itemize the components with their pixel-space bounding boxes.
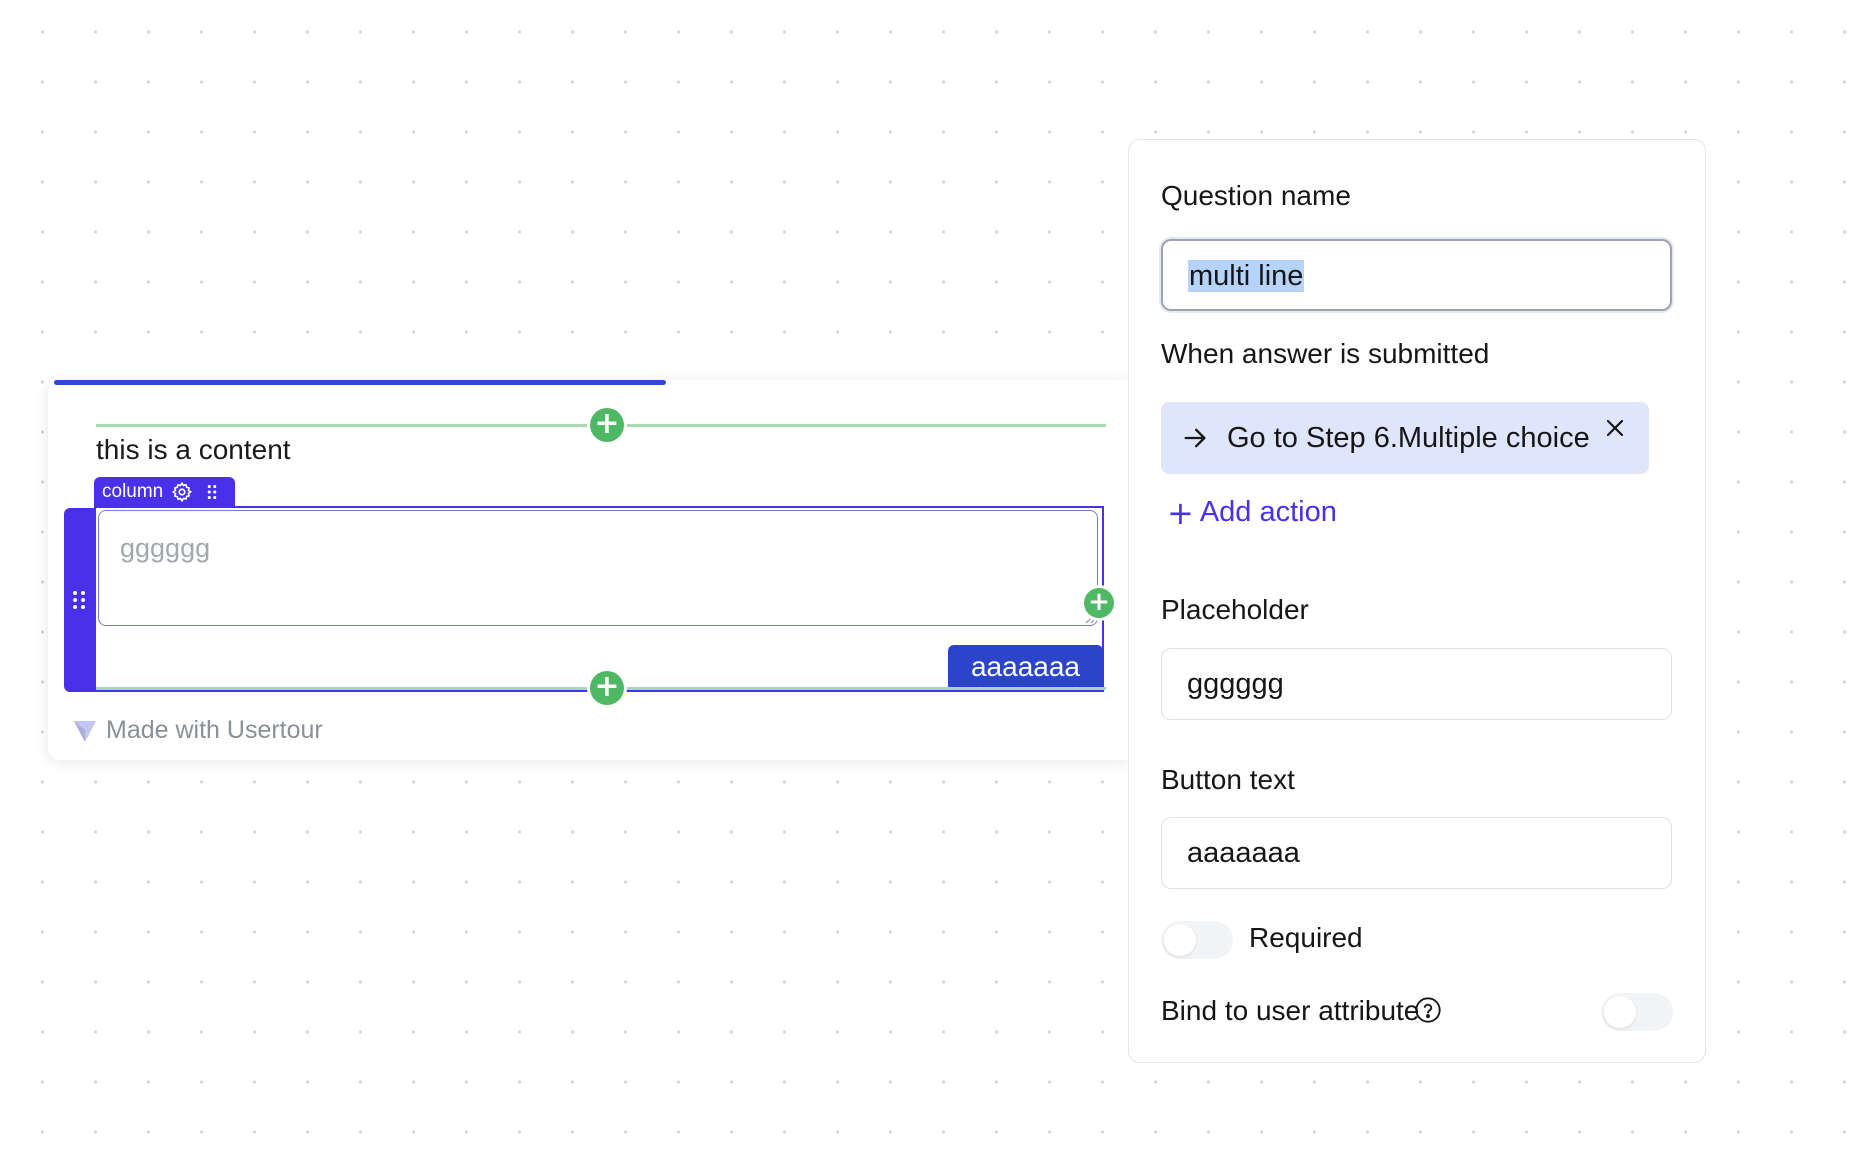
help-circle-icon[interactable] — [1414, 996, 1442, 1024]
submit-button[interactable]: aaaaaaa — [948, 645, 1103, 689]
plus-icon: + — [594, 406, 620, 441]
plus-icon: + — [1167, 493, 1194, 532]
plus-icon: + — [1088, 587, 1110, 617]
add-block-top-button[interactable]: + — [590, 408, 624, 442]
action-chip[interactable]: Go to Step 6.Multiple choice — [1161, 402, 1649, 474]
action-chip-label: Go to Step 6.Multiple choice — [1227, 421, 1590, 454]
usertour-logo-icon — [74, 720, 96, 742]
column-tag-label: column — [102, 481, 164, 502]
progress-bar — [54, 380, 666, 385]
bind-attribute-label: Bind to user attribute — [1161, 995, 1420, 1026]
branding[interactable]: Made with Usertour — [72, 716, 323, 745]
content-editor-card: + this is a content column gggggg + aaaa… — [48, 380, 1128, 760]
arrow-right-icon — [1184, 428, 1206, 448]
button-text-value: aaaaaaa — [1187, 837, 1300, 869]
button-text-label: Button text — [1161, 764, 1295, 795]
add-action-label: Add action — [1199, 496, 1337, 528]
gear-icon[interactable] — [171, 481, 193, 503]
question-name-value: multi line — [1188, 260, 1305, 292]
multi-line-textarea[interactable] — [98, 510, 1098, 626]
placeholder-value: gggggg — [1187, 668, 1284, 700]
plus-icon: + — [594, 669, 620, 704]
drag-handle-icon[interactable] — [201, 481, 223, 503]
on-submit-label: When answer is submitted — [1161, 338, 1490, 369]
add-block-right-button[interactable]: + — [1084, 588, 1114, 618]
toggle-knob — [1164, 924, 1196, 956]
add-block-bottom-button[interactable]: + — [590, 671, 624, 705]
question-name-input[interactable]: multi line — [1161, 239, 1672, 311]
question-settings-panel: Question name multi line When answer is … — [1128, 139, 1706, 1063]
drag-handle-icon — [73, 591, 85, 609]
textarea-placeholder: gggggg — [120, 533, 211, 563]
column-drag-handle[interactable] — [64, 508, 94, 692]
button-text-input[interactable]: aaaaaaa — [1161, 817, 1672, 889]
content-text[interactable]: this is a content — [96, 434, 291, 466]
placeholder-input[interactable]: gggggg — [1161, 648, 1672, 720]
required-label: Required — [1249, 922, 1363, 953]
required-toggle[interactable] — [1161, 921, 1233, 959]
bind-attribute-toggle[interactable] — [1601, 993, 1673, 1031]
column-tag[interactable]: column — [94, 477, 236, 507]
close-icon[interactable] — [1603, 416, 1627, 440]
branding-text: Made with Usertour — [106, 716, 323, 744]
add-action-button[interactable]: + Add action — [1167, 496, 1337, 529]
question-name-label: Question name — [1161, 180, 1351, 211]
placeholder-label: Placeholder — [1161, 594, 1309, 625]
toggle-knob — [1604, 996, 1636, 1028]
